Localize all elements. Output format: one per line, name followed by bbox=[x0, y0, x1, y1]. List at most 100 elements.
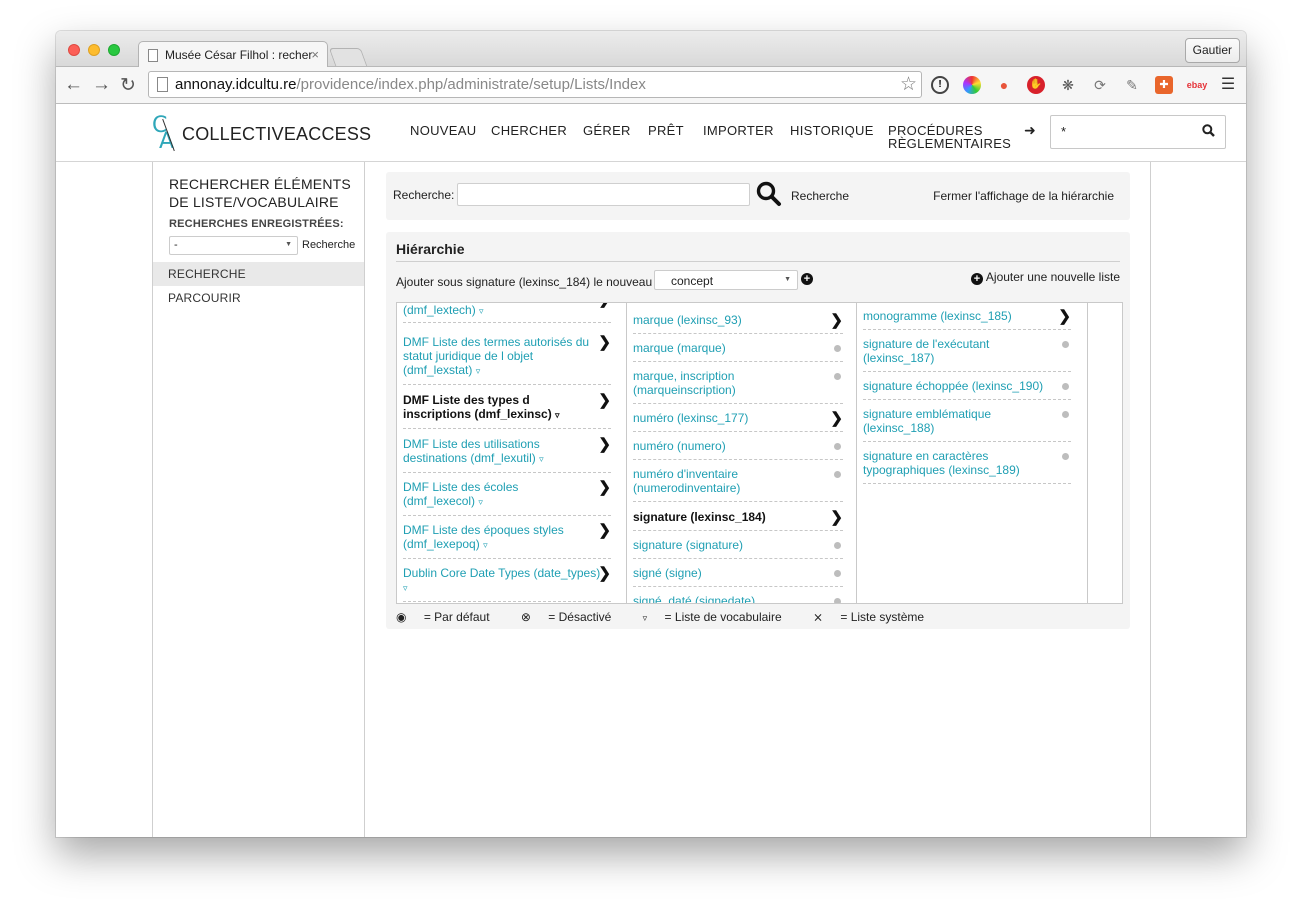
chevron-right-icon[interactable]: ❯ bbox=[830, 510, 843, 525]
hierarchy-column-3[interactable]: monogramme (lexinsc_185) ❯ signature de l… bbox=[857, 303, 1088, 603]
chevron-right-icon[interactable]: ❯ bbox=[830, 411, 843, 426]
list-item[interactable]: Dublin Core Date Types (date_types) ▿ ❯ bbox=[403, 566, 611, 602]
sidebar-item-recherche[interactable]: RECHERCHE bbox=[153, 262, 364, 286]
list-item[interactable]: signé (signe) bbox=[633, 566, 843, 587]
search-icon[interactable] bbox=[1202, 124, 1215, 137]
close-hierarchy-link[interactable]: Fermer l'affichage de la hiérarchie bbox=[933, 189, 1114, 203]
search-button[interactable]: Recherche bbox=[791, 189, 849, 203]
profile-button[interactable]: Gautier bbox=[1184, 38, 1240, 63]
zoom-window-button[interactable] bbox=[108, 44, 120, 56]
chevron-right-icon[interactable]: ❯ bbox=[598, 566, 611, 581]
vocabulary-icon: ▿ bbox=[483, 540, 488, 550]
forward-arrow-icon[interactable]: → bbox=[92, 74, 111, 96]
hierarchy-legend: ◉ = Par défaut ⊗ = Désactivé ▿ = Liste d… bbox=[396, 610, 952, 624]
saved-searches-select[interactable]: - ▼ bbox=[169, 236, 298, 255]
leaf-dot-icon bbox=[1062, 383, 1069, 390]
app-header: C A COLLECTIVEACCESS NOUVEAU CHERCHER GÉ… bbox=[56, 104, 1246, 162]
list-item[interactable]: DMF Liste des époques styles (dmf_lexepo… bbox=[403, 523, 611, 559]
search-label: Recherche: bbox=[393, 188, 455, 202]
page-icon bbox=[157, 77, 168, 92]
chevron-right-icon[interactable]: ❯ bbox=[598, 480, 611, 495]
legend-default: ◉ = Par défaut bbox=[396, 610, 490, 624]
nav-nouveau[interactable]: NOUVEAU bbox=[410, 124, 476, 137]
nav-importer[interactable]: IMPORTER bbox=[703, 124, 774, 137]
close-window-button[interactable] bbox=[68, 44, 80, 56]
chevron-right-icon[interactable]: ❯ bbox=[830, 313, 843, 328]
list-item[interactable]: signature échoppée (lexinsc_190) bbox=[863, 379, 1071, 400]
leaf-dot-icon bbox=[834, 345, 841, 352]
list-item[interactable]: DMF Liste des types d inscriptions (dmf_… bbox=[403, 393, 611, 429]
reload-icon[interactable]: ↻ bbox=[120, 74, 136, 97]
disabled-icon: ⊗ bbox=[520, 610, 531, 624]
list-item[interactable]: marque (lexinsc_93) ❯ bbox=[633, 313, 843, 334]
add-item-plus-icon[interactable]: + bbox=[801, 273, 813, 285]
nav-chercher[interactable]: CHERCHER bbox=[491, 124, 567, 137]
nav-historique[interactable]: HISTORIQUE bbox=[790, 124, 874, 137]
add-new-list-button[interactable]: + Ajouter une nouvelle liste bbox=[970, 270, 1120, 285]
chevron-right-icon[interactable]: ❯ bbox=[598, 335, 611, 350]
minimize-window-button[interactable] bbox=[88, 44, 100, 56]
nav-gerer[interactable]: GÉRER bbox=[583, 124, 631, 137]
tab-close-icon[interactable]: × bbox=[311, 47, 319, 62]
onepassword-icon[interactable]: ! bbox=[931, 76, 949, 94]
list-item[interactable]: signature de l'exécutant (lexinsc_187) bbox=[863, 337, 1071, 372]
badge-icon[interactable]: ✚ bbox=[1155, 76, 1173, 94]
list-item[interactable]: (dmf_lextech) ▿❯ bbox=[403, 303, 611, 323]
quick-search-input[interactable]: * bbox=[1050, 115, 1226, 149]
list-item[interactable]: signature emblématique (lexinsc_188) bbox=[863, 407, 1071, 442]
nav-reglementaires[interactable]: RÈGLEMENTAIRES bbox=[888, 137, 1011, 150]
list-item[interactable]: marque, inscription (marqueinscription) bbox=[633, 369, 843, 404]
sidebar-item-parcourir[interactable]: PARCOURIR bbox=[153, 286, 364, 310]
list-item[interactable]: signé, daté (signedate) bbox=[633, 594, 843, 603]
list-item[interactable]: marque (marque) bbox=[633, 341, 843, 362]
hierarchy-column-1[interactable]: (dmf_lextech) ▿❯ DMF Liste des termes au… bbox=[397, 303, 627, 603]
chevron-right-icon[interactable]: ❯ bbox=[598, 437, 611, 452]
list-item[interactable]: DMF Liste des utilisations destinations … bbox=[403, 437, 611, 473]
address-bar[interactable]: annonay.idcultu.re/providence/index.php/… bbox=[148, 71, 922, 98]
list-item[interactable]: signature (signature) bbox=[633, 538, 843, 559]
new-tab-button[interactable] bbox=[328, 48, 368, 66]
type-select[interactable]: concept ▼ bbox=[654, 270, 798, 290]
hierarchy-column-2[interactable]: marque (lexinsc_93) ❯ marque (marque) mar… bbox=[627, 303, 857, 603]
legend-system: ⨯ = Liste système bbox=[812, 610, 925, 624]
leaf-dot-icon bbox=[1062, 341, 1069, 348]
back-arrow-icon[interactable]: ← bbox=[64, 74, 83, 96]
list-item[interactable]: monogramme (lexinsc_185) ❯ bbox=[863, 309, 1071, 330]
search-icon[interactable] bbox=[756, 181, 782, 207]
list-item[interactable]: signature en caractères typographiques (… bbox=[863, 449, 1071, 484]
pin-icon[interactable]: ● bbox=[995, 76, 1013, 94]
chevron-right-icon[interactable]: ❯ bbox=[598, 393, 611, 408]
search-input[interactable] bbox=[457, 183, 750, 206]
ebay-icon[interactable]: ebay bbox=[1185, 76, 1209, 94]
bookmark-star-icon[interactable]: ☆ bbox=[900, 73, 917, 96]
list-item[interactable]: numéro (numero) bbox=[633, 439, 843, 460]
menu-icon[interactable]: ☰ bbox=[1219, 76, 1237, 94]
chevron-right-icon[interactable]: ❯ bbox=[1058, 309, 1071, 324]
chevron-right-icon[interactable]: ❯ bbox=[598, 523, 611, 538]
browser-toolbar: ← → ↻ annonay.idcultu.re/providence/inde… bbox=[56, 67, 1246, 104]
vocabulary-icon: ▿ bbox=[555, 410, 560, 420]
list-item[interactable]: signature (lexinsc_184) ❯ bbox=[633, 510, 843, 531]
list-item[interactable]: numéro d'inventaire (numerodinventaire) bbox=[633, 467, 843, 502]
color-wheel-icon[interactable] bbox=[963, 76, 981, 94]
hierarchy-browser: (dmf_lextech) ▿❯ DMF Liste des termes au… bbox=[396, 302, 1123, 604]
saved-search-link[interactable]: Recherche bbox=[302, 239, 355, 251]
type-select-value: concept bbox=[671, 274, 714, 288]
stop-icon[interactable]: ✋ bbox=[1027, 76, 1045, 94]
hierarchy-panel: Hiérarchie Ajouter sous signature (lexin… bbox=[386, 232, 1130, 629]
browser-tab[interactable]: Musée César Filhol : recher × bbox=[138, 41, 328, 68]
pen-icon[interactable]: ✎ bbox=[1123, 76, 1141, 94]
default-radio-icon: ◉ bbox=[396, 610, 407, 624]
hierarchy-title: Hiérarchie bbox=[396, 241, 465, 257]
list-item[interactable]: DMF Liste des écoles (dmf_lexecol) ▿ ❯ bbox=[403, 480, 611, 516]
refresh-icon[interactable]: ⟳ bbox=[1091, 76, 1109, 94]
arrow-right-icon: ➜ bbox=[1024, 122, 1036, 138]
list-item[interactable]: DMF Liste des termes autorisés du statut… bbox=[403, 335, 611, 385]
sidebar-title: RECHERCHER ÉLÉMENTS DE LISTE/VOCABULAIRE bbox=[169, 176, 351, 210]
nav-pret[interactable]: PRÊT bbox=[648, 124, 684, 137]
chevron-right-icon[interactable]: ❯ bbox=[598, 303, 611, 307]
hierarchy-column-4[interactable] bbox=[1088, 303, 1122, 603]
list-item[interactable]: numéro (lexinsc_177) ❯ bbox=[633, 411, 843, 432]
vocabulary-icon: ▿ bbox=[479, 306, 484, 316]
bug-icon[interactable]: ❋ bbox=[1059, 76, 1077, 94]
